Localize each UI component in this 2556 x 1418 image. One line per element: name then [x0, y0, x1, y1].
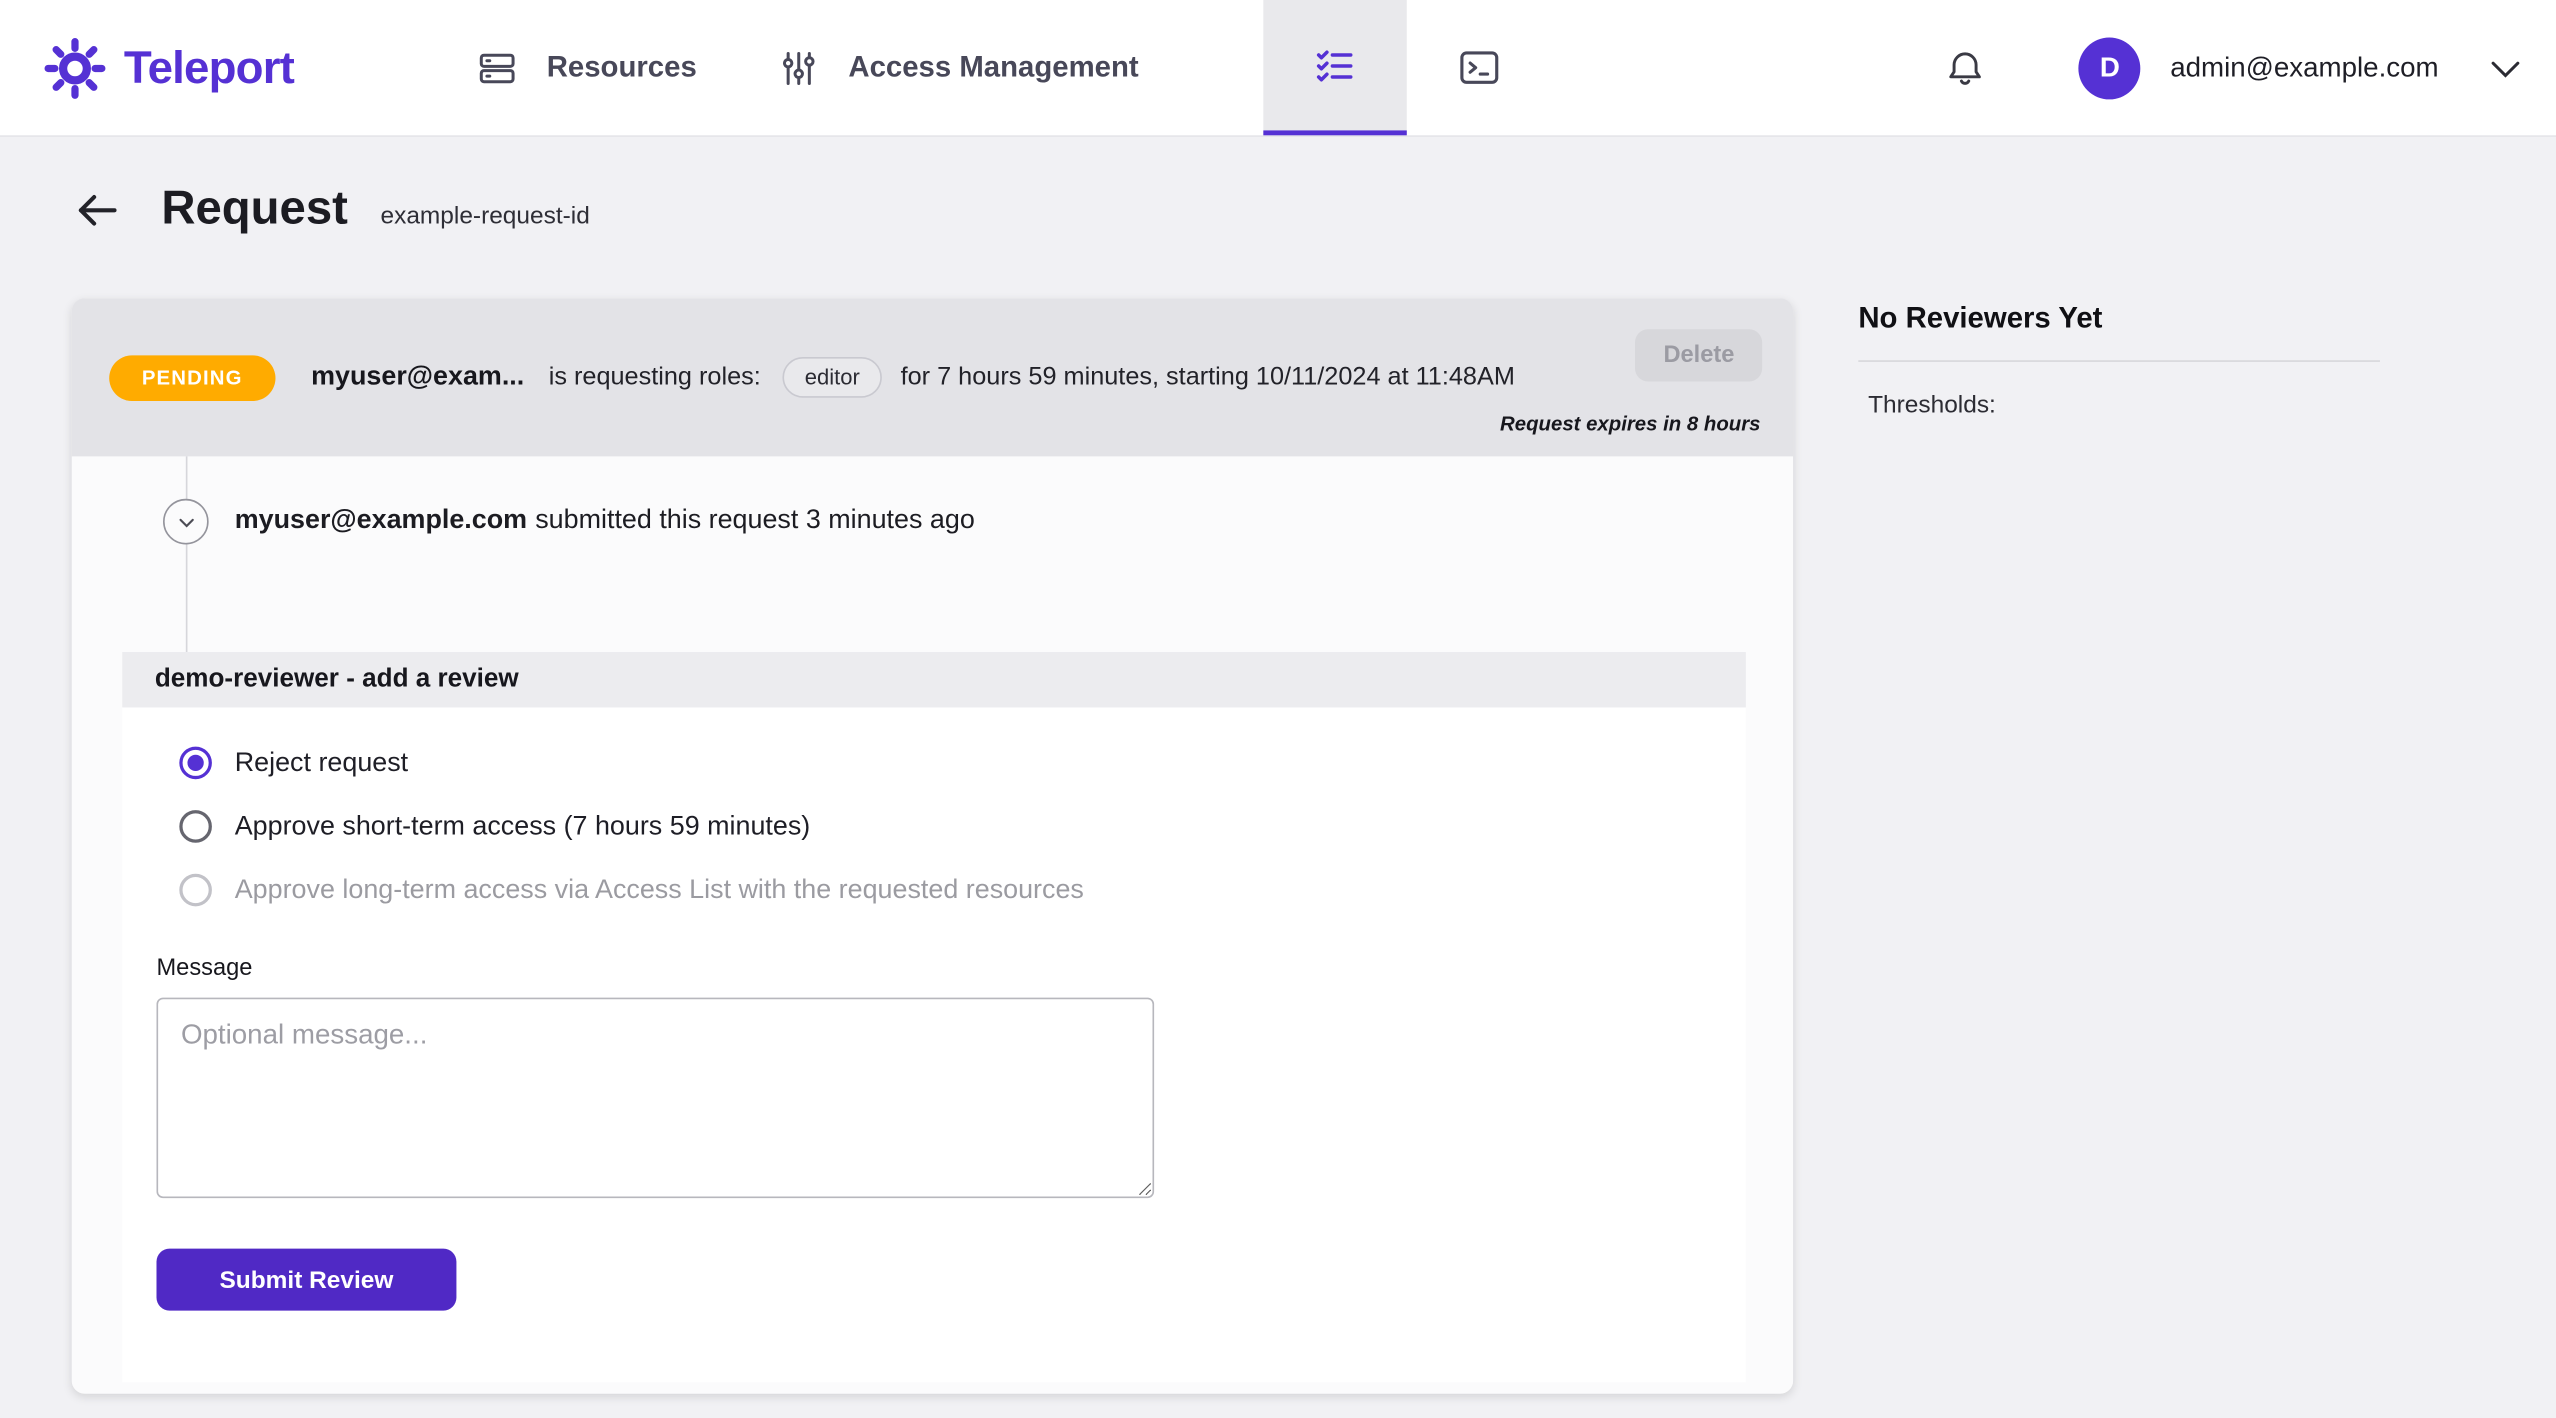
checklist-icon	[1312, 43, 1356, 87]
page-header: Request example-request-id	[72, 183, 2556, 237]
timeline-entry: myuser@example.com submitted this request…	[235, 505, 975, 536]
terminal-icon	[1457, 46, 1501, 90]
duration-text: for 7 hours 59 minutes, starting 10/11/2…	[900, 362, 1515, 391]
review-option-approve-short-term[interactable]: Approve short-term access (7 hours 59 mi…	[179, 810, 1746, 843]
status-badge: PENDING	[109, 354, 276, 401]
brand-name: Teleport	[123, 41, 295, 93]
nav-item-label: Access Management	[848, 50, 1139, 84]
teleport-logo[interactable]: Teleport	[44, 0, 295, 135]
request-card-body: myuser@example.com submitted this request…	[71, 456, 1794, 1394]
chevron-down-icon	[2484, 46, 2526, 88]
content: PENDING myuser@exam... is requesting rol…	[71, 298, 2556, 1394]
requesting-text: is requesting roles:	[548, 362, 761, 391]
chevron-down-icon	[174, 509, 198, 533]
requester-name: myuser@exam...	[311, 361, 525, 392]
app-root: Teleport Resources Access Management D a…	[0, 0, 2556, 1418]
message-label: Message	[156, 955, 253, 982]
radio-label: Reject request	[234, 747, 409, 777]
nav-tab-access-requests[interactable]	[1262, 0, 1407, 136]
reviewers-title: No Reviewers Yet	[1858, 301, 2103, 335]
reviewers-panel: No Reviewers Yet Thresholds:	[1858, 298, 2380, 419]
message-input[interactable]	[156, 997, 1155, 1199]
radio-disabled-icon	[179, 873, 212, 907]
resources-icon	[477, 46, 519, 88]
nav-item-resources[interactable]: Resources	[477, 0, 697, 135]
review-body: Reject request Approve short-term access…	[122, 707, 1746, 1383]
top-navbar: Teleport Resources Access Management D a…	[0, 0, 2556, 137]
notifications-button[interactable]	[1944, 46, 1988, 90]
timeline-line	[185, 456, 188, 653]
request-id: example-request-id	[380, 202, 590, 230]
user-menu-button[interactable]	[2484, 46, 2526, 88]
submit-review-button[interactable]: Submit Review	[156, 1248, 457, 1311]
timeline-rest: submitted this request 3 minutes ago	[535, 505, 975, 535]
page-title: Request	[161, 182, 348, 235]
user-email: admin@example.com	[2170, 51, 2439, 83]
bell-icon	[1944, 46, 1988, 90]
radio-icon[interactable]	[179, 810, 212, 843]
request-card-header: PENDING myuser@exam... is requesting rol…	[71, 298, 1794, 457]
back-button[interactable]	[72, 185, 121, 234]
review-header: demo-reviewer - add a review	[122, 652, 1746, 708]
review-box: demo-reviewer - add a review Reject requ…	[122, 652, 1746, 1383]
gear-logo-icon	[44, 37, 106, 99]
nav-item-access-management[interactable]: Access Management	[778, 0, 1139, 135]
review-option-approve-long-term: Approve long-term access via Access List…	[179, 873, 1746, 907]
radio-selected-icon[interactable]	[179, 746, 212, 780]
nav-tab-terminal[interactable]	[1406, 0, 1553, 135]
reviewers-divider	[1858, 360, 2380, 362]
nav-item-label: Resources	[546, 50, 697, 84]
expires-text: Request expires in 8 hours	[1500, 412, 1761, 436]
radio-label: Approve short-term access (7 hours 59 mi…	[234, 810, 811, 841]
review-option-reject[interactable]: Reject request	[179, 746, 1746, 780]
nav-group: Resources Access Management	[477, 0, 1553, 136]
role-pill: editor	[781, 356, 883, 398]
radio-label: Approve long-term access via Access List…	[234, 874, 1084, 904]
timeline-collapse-button[interactable]	[163, 498, 209, 545]
thresholds-label: Thresholds:	[1868, 391, 1996, 419]
sliders-icon	[778, 46, 820, 88]
nav-right: D admin@example.com	[1944, 0, 2527, 135]
delete-button[interactable]: Delete	[1635, 329, 1763, 382]
request-card: PENDING myuser@exam... is requesting rol…	[71, 298, 1794, 1394]
avatar[interactable]: D	[2078, 36, 2141, 99]
timeline-user: myuser@example.com	[234, 505, 528, 535]
